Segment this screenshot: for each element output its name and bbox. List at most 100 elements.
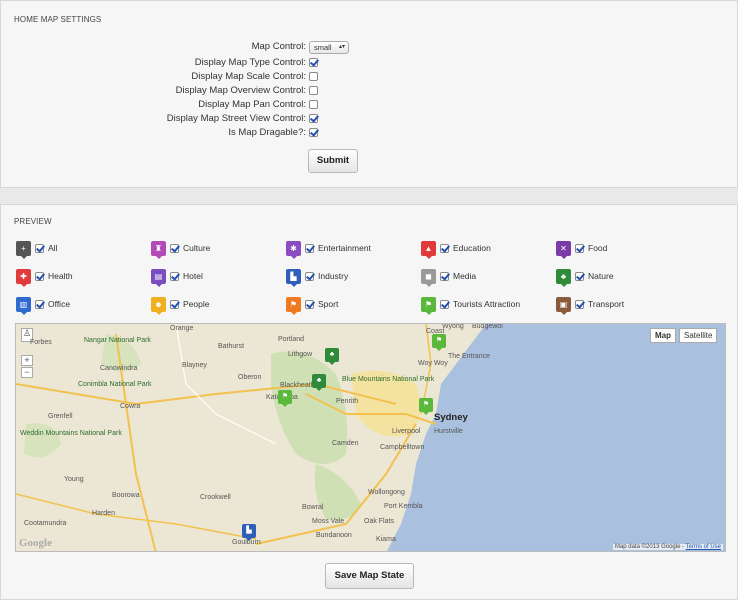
category-label: Education xyxy=(453,243,491,253)
category-label: People xyxy=(183,299,210,309)
place-label: Liverpool xyxy=(392,428,421,435)
map-control-select[interactable]: small ▴▾ xyxy=(309,41,349,54)
category-checkbox[interactable] xyxy=(305,244,314,253)
map-overview-control-checkbox[interactable] xyxy=(309,86,318,95)
map-type-satellite-button[interactable]: Satellite xyxy=(679,328,718,343)
place-label: The Entrance xyxy=(448,353,491,360)
preview-panel: PREVIEW + All ♜ Culture ✱ Entertainment … xyxy=(0,204,738,600)
option-row-map-overview: Display Map Overview Control: xyxy=(1,85,738,99)
map-type-control-checkbox[interactable] xyxy=(309,58,318,67)
attribution-text: Map data ©2013 Google - xyxy=(614,544,686,550)
place-label: Bundanoon xyxy=(316,532,352,539)
flag-icon: ⚑ xyxy=(421,297,436,315)
place-label: Penrith xyxy=(336,398,359,405)
place-label: Bowral xyxy=(302,504,324,511)
category-checkbox[interactable] xyxy=(440,244,449,253)
category-checkbox[interactable] xyxy=(35,244,44,253)
bus-icon: ▣ xyxy=(556,297,571,315)
option-row-street-view: Display Map Street View Control: xyxy=(1,113,738,127)
category-checkbox[interactable] xyxy=(575,300,584,309)
category-checkbox[interactable] xyxy=(35,272,44,281)
place-label: Moss Vale xyxy=(312,518,345,525)
place-label: Sydney xyxy=(434,412,468,423)
category-checkbox[interactable] xyxy=(305,272,314,281)
map-marker-factory-icon[interactable]: ▙ xyxy=(242,524,256,541)
place-label: Wollongong xyxy=(368,489,405,496)
terms-of-use-link[interactable]: Terms of Use xyxy=(686,544,721,550)
category-label: Nature xyxy=(588,271,614,281)
map-scale-control-checkbox[interactable] xyxy=(309,72,318,81)
category-checkbox[interactable] xyxy=(575,272,584,281)
people-icon: ☻ xyxy=(151,297,166,315)
preview-title: PREVIEW xyxy=(14,217,52,226)
zoom-in-button[interactable]: + xyxy=(21,355,33,366)
place-label: Weddin Mountains National Park xyxy=(20,430,122,437)
place-label: Orange xyxy=(170,325,194,332)
place-label: Oberon xyxy=(238,374,262,381)
option-row-map-scale: Display Map Scale Control: xyxy=(1,71,738,85)
map-control-label: Map Control: xyxy=(251,41,306,52)
place-label: Camden xyxy=(332,440,359,447)
camera-icon: ◼ xyxy=(421,269,436,287)
fork-knife-icon: ✕ xyxy=(556,241,571,259)
category-checkbox[interactable] xyxy=(440,272,449,281)
option-label: Display Map Type Control: xyxy=(194,57,306,68)
place-label: Nangar National Park xyxy=(84,337,151,344)
option-label: Display Map Overview Control: xyxy=(175,85,306,96)
health-icon: ✚ xyxy=(16,269,31,287)
category-checkbox[interactable] xyxy=(305,300,314,309)
save-map-state-button[interactable]: Save Map State xyxy=(325,563,414,589)
street-view-control-checkbox[interactable] xyxy=(309,114,318,123)
map-canvas[interactable]: Map Satellite ♙ + − Orange Bathurst Port… xyxy=(15,323,726,552)
option-label: Is Map Dragable?: xyxy=(228,127,306,138)
map-marker-flag-icon[interactable]: ⚑ xyxy=(278,390,292,407)
graduation-cap-icon: ▲ xyxy=(421,241,436,259)
place-label: Canowindra xyxy=(100,365,138,372)
hotel-icon: ▤ xyxy=(151,269,166,287)
sport-icon: ⚑ xyxy=(286,297,301,315)
place-label: Boorowa xyxy=(112,492,140,499)
map-pan-control-checkbox[interactable] xyxy=(309,100,318,109)
category-checkbox[interactable] xyxy=(35,300,44,309)
place-label: Campbelltown xyxy=(380,444,425,451)
map-marker-tree-icon[interactable]: ♣ xyxy=(325,348,339,365)
map-marker-flag-icon[interactable]: ⚑ xyxy=(419,398,433,415)
place-label: Bathurst xyxy=(218,343,245,350)
map-marker-tree-icon[interactable]: ♣ xyxy=(312,374,326,391)
submit-button[interactable]: Submit xyxy=(308,149,358,173)
category-label: Food xyxy=(588,243,608,253)
option-row-map-type: Display Map Type Control: xyxy=(1,57,738,71)
select-arrows-icon: ▴▾ xyxy=(338,44,345,50)
category-label: Health xyxy=(48,271,73,281)
place-label: Young xyxy=(64,476,84,483)
place-label: Crookwell xyxy=(200,494,231,501)
option-label: Display Map Scale Control: xyxy=(191,71,306,82)
place-label: Harden xyxy=(92,510,115,517)
category-checkbox[interactable] xyxy=(170,244,179,253)
place-label: Cowra xyxy=(120,403,141,410)
option-label: Display Map Pan Control: xyxy=(198,99,306,110)
category-checkbox[interactable] xyxy=(575,244,584,253)
map-draggable-checkbox[interactable] xyxy=(309,128,318,137)
zoom-out-button[interactable]: − xyxy=(21,367,33,378)
place-label: Portland xyxy=(278,336,305,343)
entertainment-icon: ✱ xyxy=(286,241,301,259)
category-label: Sport xyxy=(318,299,339,309)
office-building-icon: ▥ xyxy=(16,297,31,315)
option-row-draggable: Is Map Dragable?: xyxy=(1,127,738,141)
place-label: Wyong xyxy=(442,323,464,330)
category-label: Industry xyxy=(318,271,349,281)
map-type-map-button[interactable]: Map xyxy=(650,328,676,343)
settings-title: HOME MAP SETTINGS xyxy=(14,15,102,24)
category-checkbox[interactable] xyxy=(170,300,179,309)
category-checkbox[interactable] xyxy=(440,300,449,309)
option-row-map-pan: Display Map Pan Control: xyxy=(1,99,738,113)
category-checkbox[interactable] xyxy=(170,272,179,281)
culture-icon: ♜ xyxy=(151,241,166,259)
place-label: Hurstville xyxy=(434,428,463,435)
map-attribution: Map data ©2013 Google - Terms of Use xyxy=(612,544,723,550)
map-marker-flag-icon[interactable]: ⚑ xyxy=(432,334,446,351)
google-logo: Google xyxy=(19,537,52,549)
place-label: Cootamundra xyxy=(24,520,67,527)
place-label: Kiama xyxy=(376,536,396,543)
